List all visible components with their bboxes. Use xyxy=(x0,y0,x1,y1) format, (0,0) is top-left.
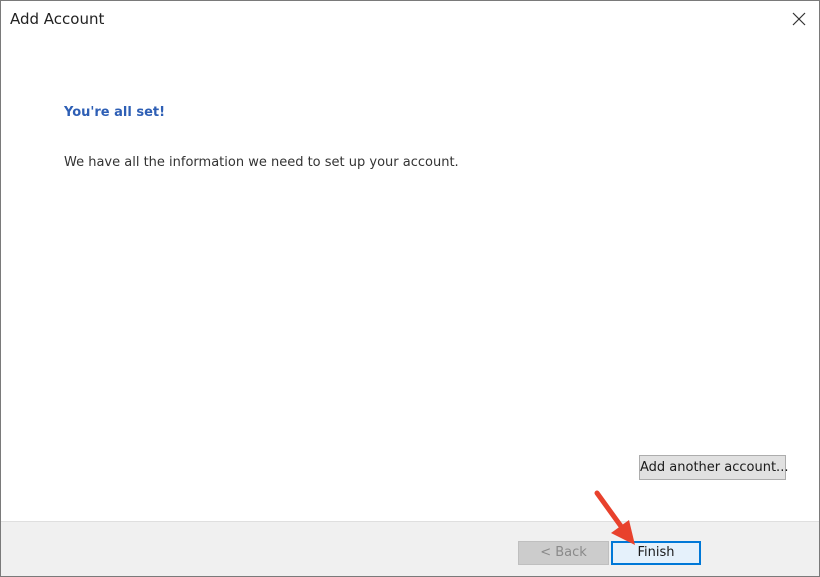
back-button: < Back xyxy=(518,541,609,565)
info-message: We have all the information we need to s… xyxy=(64,155,459,170)
footer-bar: < Back Finish xyxy=(1,521,819,576)
window-title: Add Account xyxy=(10,10,105,28)
finish-button[interactable]: Finish xyxy=(611,541,701,565)
close-button[interactable] xyxy=(783,5,815,33)
add-another-account-button[interactable]: Add another account... xyxy=(639,455,788,480)
title-bar: Add Account xyxy=(1,1,819,39)
content-area: You're all set! We have all the informat… xyxy=(1,39,819,521)
add-account-dialog: Add Account You're all set! We have all … xyxy=(0,0,820,577)
success-heading: You're all set! xyxy=(64,105,166,120)
close-icon xyxy=(792,12,806,26)
